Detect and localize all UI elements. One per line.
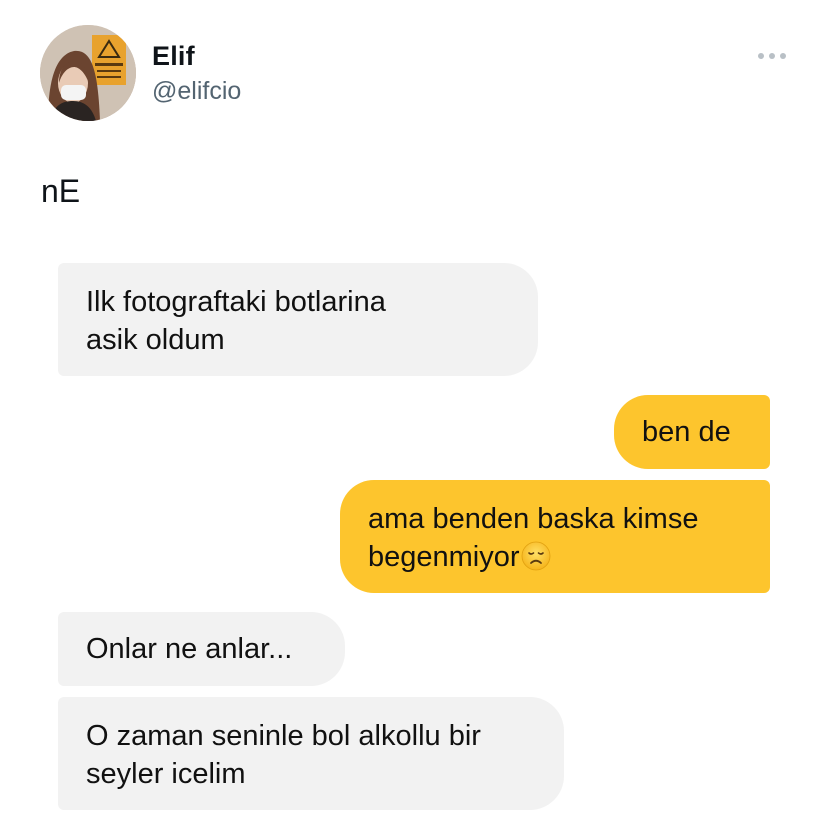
display-name[interactable]: Elif: [152, 41, 195, 72]
more-options-icon[interactable]: [752, 44, 792, 68]
incoming-message: Onlar ne anlar...: [58, 612, 345, 686]
message-line: Ilk fotograftaki botlarina: [86, 286, 386, 318]
message-line: Onlar ne anlar...: [86, 633, 293, 665]
message-line: asik oldum: [86, 324, 225, 356]
message-line: begenmiyor: [368, 541, 520, 573]
outgoing-message: ama benden baska kimse begenmiyor: [340, 480, 770, 593]
avatar[interactable]: [40, 25, 136, 121]
message-line-with-emoji: begenmiyor: [368, 538, 742, 581]
message-line: seyler icelim: [86, 758, 246, 790]
dot: [780, 53, 786, 59]
outgoing-message: ben de: [614, 395, 770, 469]
user-handle[interactable]: @elifcio: [152, 77, 241, 106]
message-line: ben de: [642, 416, 731, 448]
message-line: ama benden baska kimse: [368, 503, 699, 535]
dot: [769, 53, 775, 59]
disappointed-face-emoji-icon: [521, 541, 551, 581]
profile-photo-icon: [40, 25, 136, 121]
incoming-message: Ilk fotograftaki botlarina asik oldum: [58, 263, 538, 376]
tweet-text: nE: [41, 173, 81, 209]
dot: [758, 53, 764, 59]
message-line: O zaman seninle bol alkollu bir: [86, 720, 481, 752]
incoming-message: O zaman seninle bol alkollu bir seyler i…: [58, 697, 564, 810]
